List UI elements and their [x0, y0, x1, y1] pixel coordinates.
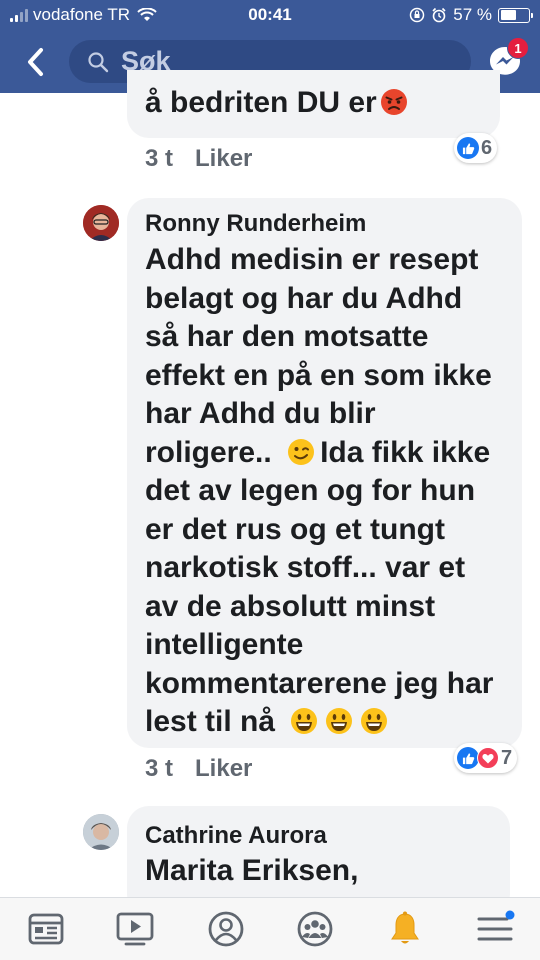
reaction-summary[interactable]: 6	[454, 133, 498, 163]
reaction-summary[interactable]: 7	[454, 743, 518, 773]
angry-face-icon	[380, 89, 407, 115]
winking-face-icon	[288, 438, 315, 465]
profile-icon	[208, 911, 244, 947]
comment-text: Adhd medisin er resept belagt og har du …	[145, 241, 493, 742]
comment-line: intelligente	[145, 628, 304, 661]
comment-time: 3 t	[145, 145, 174, 172]
comment-text: Marita Eriksen,	[145, 854, 359, 887]
search-icon	[88, 51, 109, 72]
comment-author[interactable]: Cathrine Aurora	[145, 822, 327, 850]
thumbs-up-icon	[457, 137, 479, 159]
status-bar: vodafone TR 00:41 57 %	[0, 0, 540, 32]
grinning-face-icon	[326, 708, 353, 734]
nav-notifications[interactable]	[385, 910, 425, 948]
comment-time: 3 t	[145, 755, 174, 782]
comment-line: kommentarerene jeg har	[145, 666, 494, 700]
avatar[interactable]	[83, 814, 119, 850]
battery-icon	[498, 7, 533, 23]
comment-line: det av legen og for hun	[145, 474, 476, 507]
comment-text: å bedriten DU er	[145, 84, 409, 123]
thumbs-up-icon	[457, 747, 479, 769]
menu-icon	[477, 910, 515, 941]
profile-photo	[83, 205, 119, 241]
comment-line: roligere.. Ida fikk ikke	[145, 435, 491, 469]
comment-line: så har den motsatte	[145, 320, 429, 353]
rotation-lock-icon	[410, 7, 425, 23]
battery-percent: 57 %	[453, 5, 492, 24]
comment-meta: 3 t Liker	[145, 145, 252, 173]
video-icon	[116, 912, 154, 946]
chevron-left-icon	[28, 48, 43, 76]
comment-meta: 3 t Liker	[145, 755, 252, 783]
grinning-face-icon	[361, 708, 388, 734]
comment-line: effekt en på en som ikke	[145, 358, 492, 392]
bell-icon	[391, 911, 419, 944]
grinning-face-icon	[291, 708, 318, 734]
like-button[interactable]: Liker	[195, 755, 252, 782]
nav-watch[interactable]	[115, 910, 155, 948]
reaction-count: 6	[481, 136, 493, 159]
comment-line: Adhd medisin er resept	[145, 243, 479, 276]
comment-line: narkotisk stoff... var et	[145, 551, 466, 584]
messenger-badge: 1	[507, 37, 529, 59]
back-button[interactable]	[20, 45, 50, 79]
comment-bubble[interactable]: Ronny Runderheim Adhd medisin er resept …	[127, 198, 522, 748]
heart-icon	[477, 747, 499, 769]
nav-groups[interactable]	[295, 910, 335, 948]
avatar[interactable]	[83, 205, 119, 241]
comment-line: belagt og har du Adhd	[145, 281, 463, 315]
reaction-count: 7	[501, 746, 513, 769]
comment-line: er det rus og et tungt	[145, 512, 445, 546]
nav-menu[interactable]	[475, 910, 515, 948]
alarm-icon	[432, 7, 446, 23]
news-feed-icon	[28, 913, 64, 945]
comment-line: har Adhd du blir	[145, 397, 376, 430]
groups-icon	[297, 911, 333, 947]
nav-profile[interactable]	[206, 910, 246, 948]
like-button[interactable]: Liker	[195, 145, 252, 172]
comment-author[interactable]: Ronny Runderheim	[145, 210, 366, 238]
comment-line: av de absolutt minst	[145, 589, 436, 623]
comment-line: lest til nå	[145, 703, 493, 742]
bottom-nav	[0, 897, 540, 960]
nav-news-feed[interactable]	[26, 910, 66, 948]
profile-photo	[83, 814, 119, 850]
comment-bubble[interactable]: å bedriten DU er	[127, 70, 500, 138]
